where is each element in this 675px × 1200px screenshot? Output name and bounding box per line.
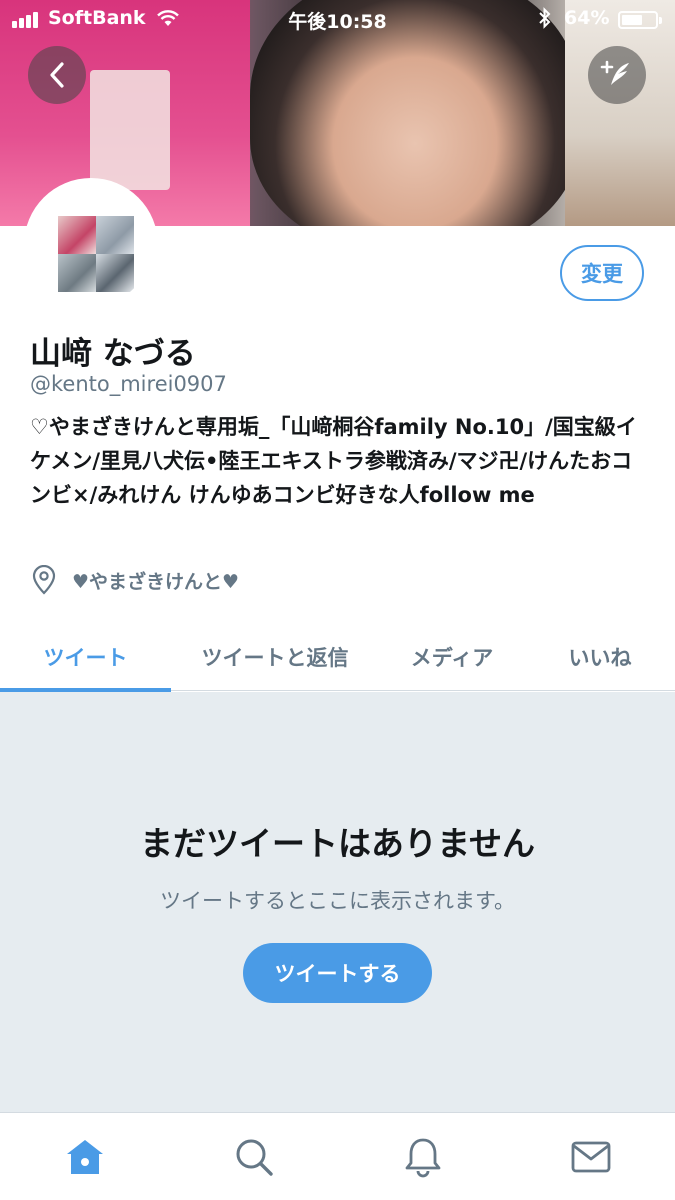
nav-home[interactable] <box>63 1135 107 1179</box>
edit-profile-button[interactable]: 変更 <box>560 245 644 301</box>
profile-location: ♥やまざきけんと♥ <box>30 565 239 595</box>
profile-bio: ♡やまざきけんと専用垢_「山﨑桐谷family No.10」/国宝級イケメン/里… <box>30 415 637 507</box>
location-text: ♥やまざきけんと♥ <box>72 570 240 593</box>
battery-icon <box>618 11 662 29</box>
status-bar: SoftBank 午後10:58 64% <box>0 0 675 38</box>
compose-tweet-button[interactable] <box>588 46 646 104</box>
nav-messages[interactable] <box>569 1135 613 1179</box>
notifications-bell-icon <box>405 1138 441 1178</box>
battery-percentage: 64% <box>564 7 610 29</box>
empty-timeline: まだツイートはありません ツイートするとここに表示されます。 ツイートする <box>0 692 675 1112</box>
profile-tabs: ツイート ツイートと返信 メディア いいね <box>0 622 675 692</box>
location-pin-icon <box>32 565 56 595</box>
nav-search[interactable] <box>232 1135 276 1179</box>
avatar-collage-photo <box>58 216 96 254</box>
tab-likes[interactable]: いいね <box>525 622 675 691</box>
avatar-collage-photo <box>96 254 134 292</box>
tab-tweets[interactable]: ツイート <box>0 622 171 692</box>
battery-fill <box>622 15 642 25</box>
home-icon <box>67 1140 103 1174</box>
messages-envelope-icon <box>571 1141 611 1173</box>
search-icon <box>236 1139 273 1176</box>
nav-notifications[interactable] <box>401 1135 445 1179</box>
tab-media[interactable]: メディア <box>379 622 525 691</box>
tweet-button[interactable]: ツイートする <box>243 943 432 1003</box>
avatar <box>30 184 152 306</box>
user-handle: @kento_mirei0907 <box>30 372 227 396</box>
avatar-collage-photo <box>58 254 96 292</box>
empty-state-title: まだツイートはありません <box>139 824 535 863</box>
avatar-collage-photo <box>96 216 134 254</box>
compose-tweet-icon <box>600 60 629 85</box>
profile-avatar[interactable] <box>24 178 158 312</box>
tab-tweets-and-replies[interactable]: ツイートと返信 <box>171 622 379 691</box>
bluetooth-icon <box>538 7 552 34</box>
empty-state-subtitle: ツイートするとここに表示されます。 <box>160 889 515 913</box>
bottom-tab-bar <box>0 1112 675 1200</box>
back-button[interactable] <box>28 46 86 104</box>
chevron-left-icon <box>50 62 64 88</box>
display-name: 山﨑 なづる <box>30 336 196 372</box>
